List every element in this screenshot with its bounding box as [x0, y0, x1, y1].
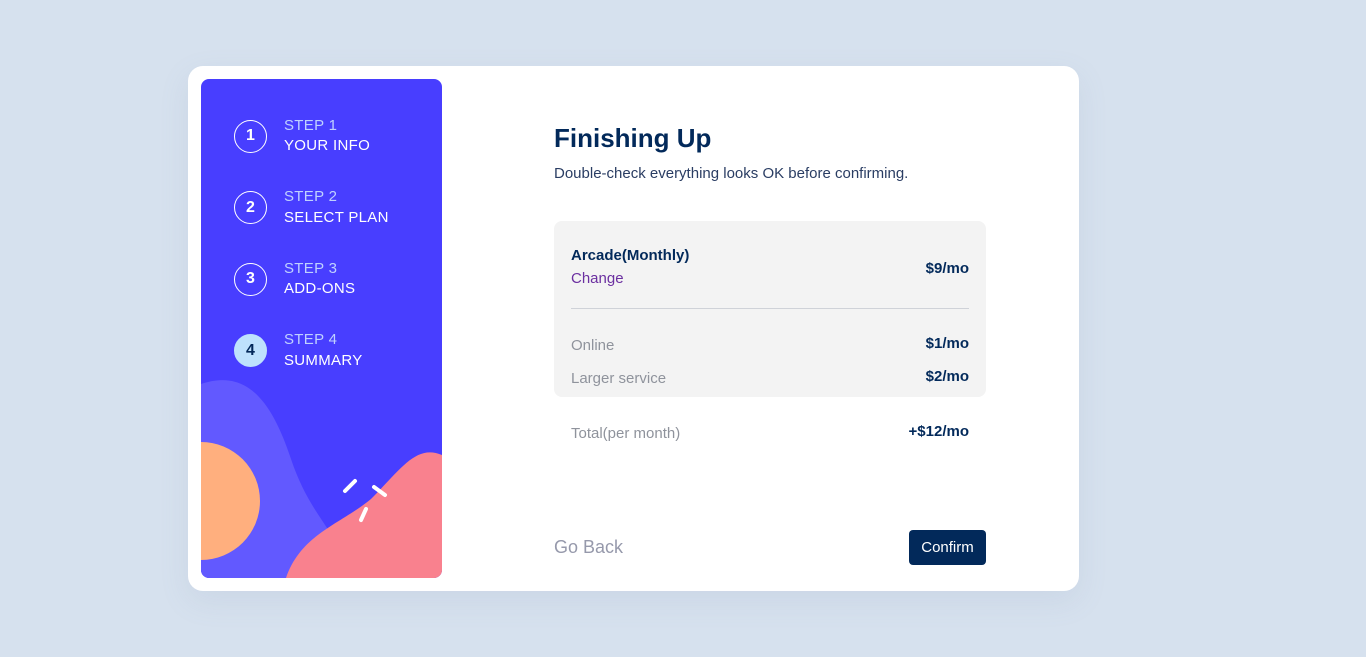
- step-number-badge-active: 4: [234, 334, 267, 367]
- step-number-badge: 1: [234, 119, 267, 153]
- addon-price: $1/mo: [925, 335, 969, 352]
- main-header: Finishing Up Double-check everything loo…: [554, 121, 986, 182]
- step-title: ADD-ONS: [284, 280, 356, 297]
- step-number-badge: 2: [234, 191, 267, 224]
- confirm-button[interactable]: Confirm: [909, 530, 986, 565]
- step-label: STEP 4: [284, 331, 338, 349]
- step-label: STEP 2: [284, 188, 338, 206]
- page-title: Finishing Up: [554, 123, 712, 153]
- addon-row-online: Online $1/mo: [571, 335, 969, 357]
- step-item-summary[interactable]: 4 STEP 4 SUMMARY: [234, 329, 389, 373]
- summary-divider: [571, 308, 969, 309]
- total-label: Total(per month): [571, 425, 681, 442]
- step-item-add-ons[interactable]: 3 STEP 3 ADD-ONS: [234, 257, 389, 301]
- total-row: Total(per month) +$12/mo: [571, 423, 969, 447]
- step-title: YOUR INFO: [284, 137, 371, 154]
- steps-sidebar: 1 STEP 1 YOUR INFO 2 STEP 2 SELECT PLAN …: [201, 79, 442, 578]
- step-title: SELECT PLAN: [284, 208, 389, 226]
- addon-price: $2/mo: [925, 368, 969, 385]
- addon-name: Larger service: [571, 370, 667, 387]
- step-number-badge: 3: [234, 262, 267, 296]
- total-value: +$12/mo: [908, 423, 969, 440]
- step-label: STEP 1: [284, 116, 338, 134]
- step-list: 1 STEP 1 YOUR INFO 2 STEP 2 SELECT PLAN …: [234, 114, 389, 400]
- order-summary: Arcade(Monthly) Change $9/mo Online $1/m…: [554, 221, 986, 397]
- step-label: STEP 3: [284, 259, 338, 277]
- plan-price: $9/mo: [925, 260, 969, 277]
- addon-name: Online: [571, 337, 615, 354]
- change-plan-link[interactable]: Change: [571, 270, 624, 287]
- step-item-your-info[interactable]: 1 STEP 1 YOUR INFO: [234, 114, 389, 158]
- addon-row-larger-service: Larger service $2/mo: [571, 368, 969, 390]
- page-subtitle: Double-check everything looks OK before …: [554, 165, 909, 182]
- form-card: 1 STEP 1 YOUR INFO 2 STEP 2 SELECT PLAN …: [188, 66, 1079, 591]
- step-item-select-plan[interactable]: 2 STEP 2 SELECT PLAN: [234, 186, 389, 230]
- step-title: SUMMARY: [284, 351, 363, 369]
- go-back-button[interactable]: Go Back: [554, 537, 623, 558]
- plan-name: Arcade(Monthly): [571, 247, 690, 264]
